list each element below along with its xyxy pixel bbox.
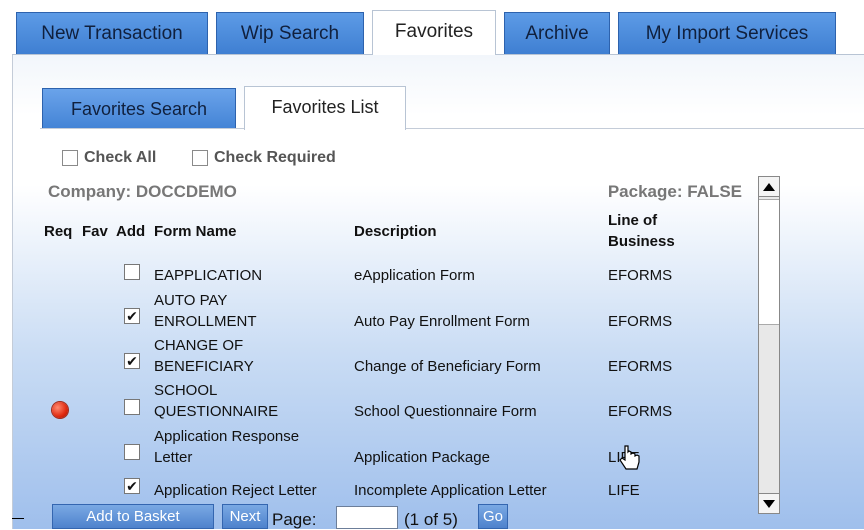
add-checkbox-auto-pay[interactable]: ✔ [124, 308, 140, 324]
package-label: Package: FALSE [607, 182, 742, 201]
form-line-of-business: LIFE [608, 482, 640, 499]
column-header-line-of-business: Line of [608, 212, 658, 229]
check-all-label: Check All [84, 149, 157, 166]
column-header-line-of-business: Business [608, 233, 675, 250]
form-line-of-business: EFORMS [608, 403, 673, 420]
go-button[interactable]: Go [478, 504, 508, 529]
tab-archive[interactable]: Archive [504, 12, 610, 54]
column-header-form-name: Form Name [154, 223, 237, 240]
add-checkbox-eapplication[interactable] [124, 264, 140, 280]
form-name: Letter [154, 449, 193, 466]
form-description: School Questionnaire Form [354, 403, 537, 420]
main-tab-bar: New Transaction Wip Search Favorites Arc… [0, 0, 864, 60]
page-count-label: (1 of 5) [404, 510, 458, 529]
required-dot-icon [52, 402, 68, 418]
page-number-input[interactable] [336, 506, 398, 529]
scroll-up-arrow-icon[interactable] [759, 177, 779, 197]
tab-my-import-services[interactable]: My Import Services [618, 12, 836, 54]
check-required-control[interactable]: Check Required [192, 148, 336, 168]
column-header-fav: Fav [82, 223, 108, 240]
tab-wip-search[interactable]: Wip Search [216, 12, 364, 54]
form-name: EAPPLICATION [154, 267, 263, 284]
add-checkbox-application-response[interactable] [124, 444, 140, 460]
form-description: eApplication Form [354, 267, 475, 284]
form-name: CHANGE OF [154, 337, 244, 354]
form-line-of-business: EFORMS [608, 267, 673, 284]
check-required-checkbox[interactable] [192, 150, 208, 166]
check-all-control[interactable]: Check All [62, 148, 156, 168]
scrollbar-thumb[interactable] [759, 199, 779, 325]
form-name: SCHOOL [154, 382, 218, 399]
add-to-basket-button[interactable]: Add to Basket [52, 504, 214, 529]
add-checkbox-application-reject[interactable]: ✔ [124, 478, 140, 494]
mouse-cursor-icon [619, 445, 640, 470]
scroll-down-arrow-icon[interactable] [759, 493, 779, 513]
subtab-divider [406, 128, 864, 129]
subtab-favorites-list[interactable]: Favorites List [244, 86, 406, 130]
form-description: Application Package [354, 449, 490, 466]
column-header-req: Req [44, 223, 73, 240]
check-all-checkbox[interactable] [62, 150, 78, 166]
check-required-label: Check Required [214, 149, 336, 166]
company-label: Company: DOCCDEMO [48, 182, 237, 201]
column-header-add: Add [116, 223, 146, 240]
form-name: BENEFICIARY [154, 358, 254, 375]
add-checkbox-school-questionnaire[interactable] [124, 399, 140, 415]
footer-divider [12, 518, 24, 519]
form-line-of-business: EFORMS [608, 313, 673, 330]
tab-new-transaction[interactable]: New Transaction [16, 12, 208, 54]
next-page-button[interactable]: Next [222, 504, 268, 529]
form-name: Application Response [154, 428, 300, 445]
add-checkbox-change-of-beneficiary[interactable]: ✔ [124, 353, 140, 369]
form-name: Application Reject Letter [154, 482, 317, 499]
subtab-divider [40, 128, 244, 129]
form-description: Auto Pay Enrollment Form [354, 313, 530, 330]
tab-favorites[interactable]: Favorites [372, 10, 496, 60]
form-name: QUESTIONNAIRE [154, 403, 279, 420]
form-description: Incomplete Application Letter [354, 482, 547, 499]
subtab-favorites-search[interactable]: Favorites Search [42, 88, 236, 128]
form-name: AUTO PAY [154, 292, 228, 309]
column-header-description: Description [354, 223, 437, 240]
form-description: Change of Beneficiary Form [354, 358, 541, 375]
page-label: Page: [272, 510, 317, 529]
form-name: ENROLLMENT [154, 313, 257, 330]
list-scrollbar[interactable] [758, 176, 780, 514]
form-line-of-business: EFORMS [608, 358, 673, 375]
